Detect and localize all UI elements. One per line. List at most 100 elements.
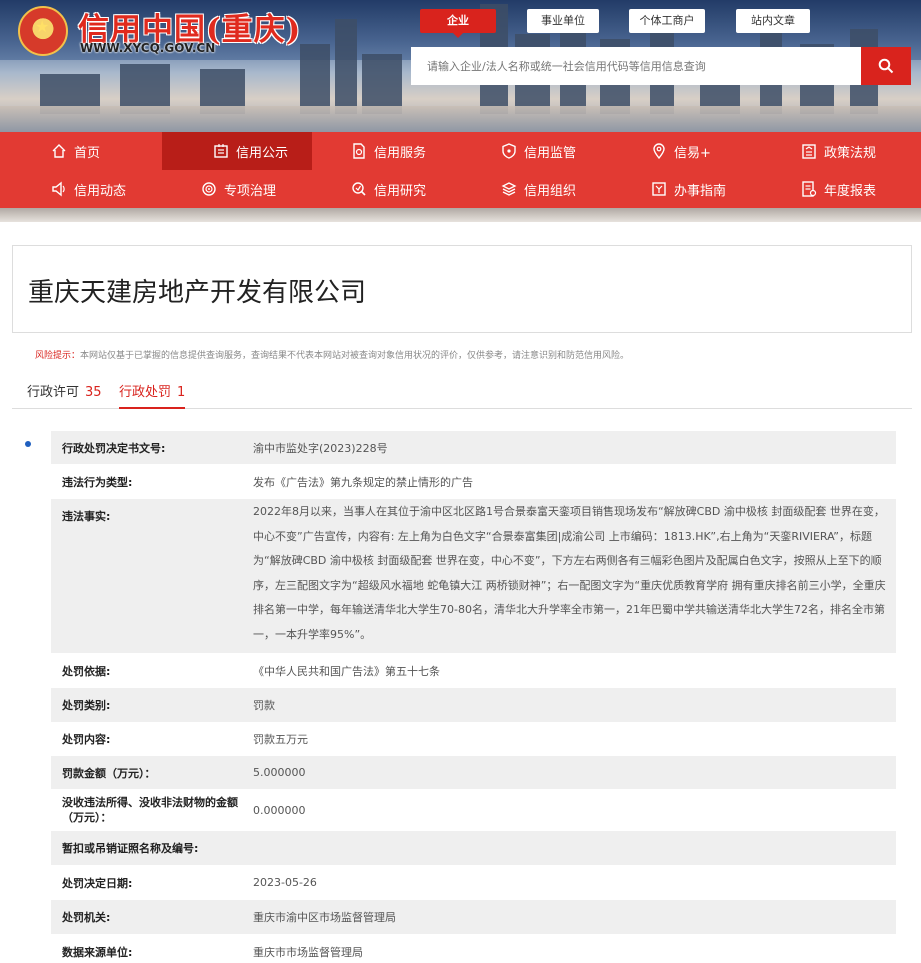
field-value: 罚款 (253, 699, 275, 712)
tab-administrative-license[interactable]: 行政许可 35 (27, 381, 102, 409)
nav-label: 信用研究 (374, 183, 427, 199)
field-value: 《中华人民共和国广告法》第五十七条 (253, 664, 440, 678)
guide-icon (650, 180, 668, 198)
table-row: 处罚机关: 重庆市渝中区市场监督管理局 (51, 900, 896, 934)
document-icon (350, 142, 368, 160)
research-icon (350, 180, 368, 198)
header-banner: ★ 信用中国(重庆) WWW.XYCQ.GOV.CN 企业 事业单位 个体工商户… (0, 0, 921, 132)
nav-label: 信用动态 (74, 183, 127, 199)
record-tabs: 行政许可 35 行政处罚 1 (12, 371, 912, 409)
banner-building (300, 44, 330, 114)
nav-label: 信易+ (674, 145, 711, 161)
table-row: 处罚决定日期: 2023-05-26 (51, 865, 896, 900)
banner-water (0, 106, 921, 132)
nav-item-policy[interactable]: 政策法规 (750, 132, 900, 170)
field-value: 发布《广告法》第九条规定的禁止情形的广告 (253, 475, 473, 489)
risk-notice-label: 风险提示： (35, 351, 81, 361)
risk-notice: 风险提示：本网站仅基于已掌握的信息提供查询服务，查询结果不代表本网站对被查询对象… (35, 348, 629, 361)
nav-item-credit-service[interactable]: 信用服务 (300, 132, 450, 170)
home-icon (50, 142, 68, 160)
table-row: 违法行为类型: 发布《广告法》第九条规定的禁止情形的广告 (51, 464, 896, 499)
field-value: 2023-05-26 (253, 876, 317, 889)
nav-label: 办事指南 (674, 183, 727, 199)
nav-item-annual-report[interactable]: 年度报表 (750, 170, 900, 208)
field-label: 罚款金额（万元）： (62, 766, 156, 780)
nav-item-credit-supervision[interactable]: 信用监管 (450, 132, 600, 170)
field-value: 2022年8月以来，当事人在其位于渝中区北区路1号合景泰富天銮项目销售现场发布“… (253, 505, 886, 641)
report-icon (800, 180, 818, 198)
table-row: 罚款金额（万元）： 5.000000 (51, 756, 896, 789)
penalty-detail-table: 行政处罚决定书文号: 渝中市监处字(2023)228号 违法行为类型: 发布《广… (51, 431, 896, 963)
nav-item-xinyi-plus[interactable]: 信易+ (600, 132, 750, 170)
tab-label: 行政许可 (27, 385, 80, 400)
nav-label: 信用监管 (524, 145, 577, 161)
nav-item-credit-research[interactable]: 信用研究 (300, 170, 450, 208)
table-row: 行政处罚决定书文号: 渝中市监处字(2023)228号 (51, 431, 896, 464)
shield-icon (500, 142, 518, 160)
main-nav: 首页 信用公示 信用服务 信用监管 信易+ 政策法规 信用动态 专项治理 信用研… (0, 132, 921, 208)
field-value: 渝中市监处字(2023)228号 (253, 441, 388, 455)
nav-item-credit-organization[interactable]: 信用组织 (450, 170, 600, 208)
search-tab-articles[interactable]: 站内文章 (736, 9, 810, 33)
notice-icon (212, 142, 230, 160)
field-label: 违法事实: (62, 510, 111, 523)
nav-item-credit-news[interactable]: 信用动态 (0, 170, 150, 208)
nav-label: 首页 (74, 145, 101, 161)
field-value (253, 831, 896, 865)
nav-label: 信用组织 (524, 183, 577, 199)
record-bullet (25, 441, 31, 447)
banner-building (335, 19, 357, 114)
nav-label: 专项治理 (224, 183, 277, 199)
field-label: 处罚决定日期: (62, 876, 133, 890)
field-value: 重庆市市场监督管理局 (253, 945, 363, 959)
nav-item-guide[interactable]: 办事指南 (600, 170, 750, 208)
speaker-icon (50, 180, 68, 198)
tab-count: 35 (85, 385, 102, 400)
policy-icon (800, 142, 818, 160)
field-value: 重庆市渝中区市场监督管理局 (253, 911, 396, 924)
field-label: 没收违法所得、没收非法财物的金额（万元）： (62, 796, 238, 824)
company-header: 重庆天建房地产开发有限公司 (12, 245, 912, 333)
table-row: 处罚类别: 罚款 (51, 688, 896, 722)
tab-label: 行政处罚 (119, 385, 172, 400)
field-label: 处罚依据: (62, 664, 111, 678)
search-tab-individual[interactable]: 个体工商户 (629, 9, 705, 33)
nav-item-special-governance[interactable]: 专项治理 (150, 170, 300, 208)
nav-item-credit-disclosure[interactable]: 信用公示 (162, 132, 312, 170)
target-icon (200, 180, 218, 198)
search-icon (878, 58, 894, 74)
field-label: 行政处罚决定书文号: (62, 441, 166, 455)
nav-shadow-strip (0, 208, 921, 222)
national-emblem-logo[interactable]: ★ (18, 6, 68, 56)
field-label: 暂扣或吊销证照名称及编号: (62, 842, 199, 855)
tab-count: 1 (177, 385, 186, 400)
nav-label: 信用服务 (374, 145, 427, 161)
nav-label: 年度报表 (824, 183, 877, 199)
table-row: 暂扣或吊销证照名称及编号: (51, 831, 896, 865)
field-label: 数据来源单位: (62, 945, 133, 959)
field-label: 违法行为类型: (62, 475, 133, 489)
search-tab-institution[interactable]: 事业单位 (527, 9, 599, 33)
search-tab-enterprise[interactable]: 企业 (420, 9, 496, 38)
table-row: 违法事实: 2022年8月以来，当事人在其位于渝中区北区路1号合景泰富天銮项目销… (51, 499, 896, 653)
risk-notice-text: 本网站仅基于已掌握的信息提供查询服务，查询结果不代表本网站对被查询对象信用状况的… (80, 351, 630, 361)
star-icon: ★ (35, 17, 50, 36)
table-row: 数据来源单位: 重庆市市场监督管理局 (51, 934, 896, 963)
field-label: 处罚类别: (62, 699, 111, 712)
table-row: 处罚内容: 罚款五万元 (51, 722, 896, 756)
nav-label: 信用公示 (236, 145, 289, 161)
company-name: 重庆天建房地产开发有限公司 (28, 278, 367, 308)
field-label: 处罚机关: (62, 911, 111, 924)
field-value: 0.000000 (253, 803, 306, 817)
site-url: WWW.XYCQ.GOV.CN (80, 41, 216, 55)
table-row: 没收违法所得、没收非法财物的金额（万元）： 0.000000 (51, 789, 896, 831)
tab-administrative-penalty[interactable]: 行政处罚 1 (119, 381, 186, 409)
nav-item-home[interactable]: 首页 (0, 132, 150, 170)
layers-icon (500, 180, 518, 198)
search-input[interactable] (411, 47, 861, 85)
field-label: 处罚内容: (62, 733, 111, 746)
search-button[interactable] (861, 47, 911, 85)
nav-label: 政策法规 (824, 145, 877, 161)
banner-building (362, 54, 402, 114)
field-value: 罚款五万元 (253, 733, 308, 746)
